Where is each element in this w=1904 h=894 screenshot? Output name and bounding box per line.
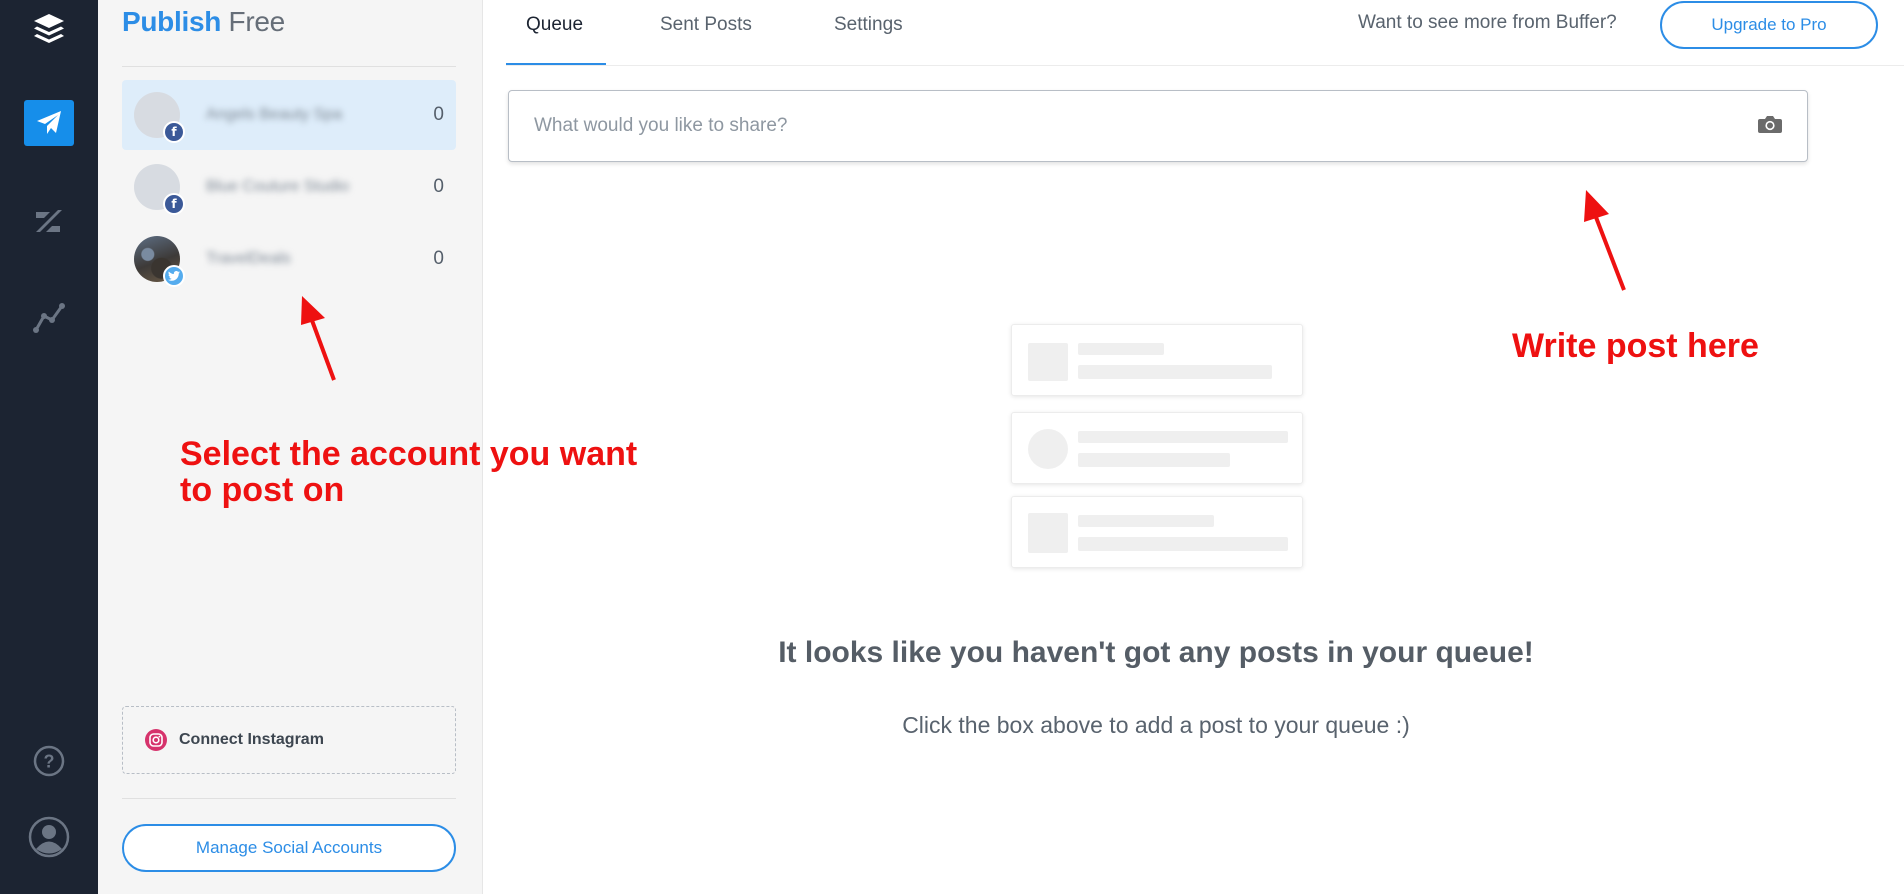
account-icon[interactable] bbox=[24, 814, 74, 860]
post-composer[interactable] bbox=[508, 90, 1808, 162]
empty-queue-title: It looks like you haven't got any posts … bbox=[778, 636, 1534, 669]
facebook-icon: f bbox=[163, 193, 185, 215]
avatar: f bbox=[134, 164, 185, 215]
annotation-write-post: Write post here bbox=[1512, 327, 1759, 365]
analyze-icon[interactable] bbox=[24, 294, 74, 340]
profile-post-count: 0 bbox=[433, 104, 444, 125]
placeholder-line bbox=[1078, 365, 1272, 379]
profile-item[interactable]: f Blue Couture Studio 0 bbox=[122, 152, 456, 222]
arrow-to-composer bbox=[1584, 190, 1626, 291]
divider bbox=[122, 66, 456, 67]
placeholder-block bbox=[1028, 343, 1068, 381]
buffer-logo-icon[interactable] bbox=[24, 6, 74, 52]
manage-social-accounts-button[interactable]: Manage Social Accounts bbox=[122, 824, 456, 872]
instagram-icon bbox=[145, 729, 167, 751]
help-icon[interactable]: ? bbox=[24, 738, 74, 784]
placeholder-line bbox=[1078, 343, 1164, 355]
upgrade-to-pro-button[interactable]: Upgrade to Pro bbox=[1660, 1, 1878, 49]
nav-rail: ? bbox=[0, 0, 98, 894]
avatar bbox=[134, 236, 185, 287]
tab-queue[interactable]: Queue bbox=[526, 14, 583, 36]
svg-text:?: ? bbox=[44, 752, 55, 772]
upgrade-promo-text: Want to see more from Buffer? bbox=[1358, 12, 1617, 33]
placeholder-card bbox=[1011, 324, 1303, 396]
profile-post-count: 0 bbox=[433, 248, 444, 269]
brand-plan: Free bbox=[228, 6, 286, 37]
header-divider bbox=[506, 65, 1904, 66]
profile-item[interactable]: TravelDeals 0 bbox=[122, 224, 456, 294]
empty-queue-subtitle: Click the box above to add a post to you… bbox=[902, 712, 1410, 738]
reply-icon[interactable] bbox=[24, 198, 74, 244]
twitter-icon bbox=[163, 265, 185, 287]
annotation-select-account: Select the account you want to post on bbox=[180, 435, 638, 509]
tab-settings[interactable]: Settings bbox=[834, 14, 903, 36]
profile-post-count: 0 bbox=[433, 176, 444, 197]
placeholder-block bbox=[1028, 429, 1068, 469]
facebook-icon: f bbox=[163, 121, 185, 143]
placeholder-block bbox=[1028, 513, 1068, 553]
placeholder-card bbox=[1011, 412, 1303, 484]
profile-name: Angels Beauty Spa bbox=[206, 106, 343, 123]
placeholder-line bbox=[1078, 431, 1288, 443]
avatar: f bbox=[134, 92, 185, 143]
divider bbox=[122, 798, 456, 799]
placeholder-line bbox=[1078, 515, 1214, 527]
profile-name: Blue Couture Studio bbox=[206, 178, 350, 195]
profile-item[interactable]: f Angels Beauty Spa 0 bbox=[122, 80, 456, 150]
publish-icon[interactable] bbox=[24, 100, 74, 146]
placeholder-line bbox=[1078, 453, 1230, 467]
connect-instagram-button[interactable]: Connect Instagram bbox=[122, 706, 456, 774]
brand-product: Publish bbox=[122, 6, 222, 37]
camera-icon[interactable] bbox=[1757, 113, 1783, 140]
brand-title: Publish Free bbox=[122, 6, 285, 38]
connect-instagram-label: Connect Instagram bbox=[179, 731, 324, 748]
composer-input[interactable] bbox=[510, 92, 1740, 160]
placeholder-card bbox=[1011, 496, 1303, 568]
profile-name: TravelDeals bbox=[206, 250, 291, 267]
placeholder-line bbox=[1078, 537, 1288, 551]
tab-sent-posts[interactable]: Sent Posts bbox=[660, 14, 752, 36]
